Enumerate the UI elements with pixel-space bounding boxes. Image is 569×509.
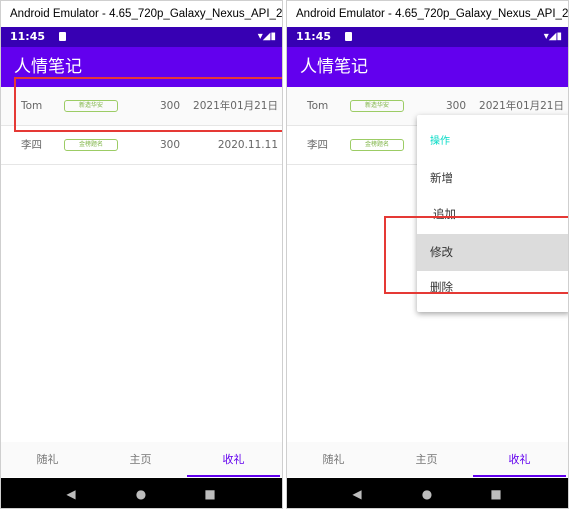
window-title: Android Emulator - 4.65_720p_Galaxy_Nexu… [1, 1, 282, 27]
tab-home[interactable]: 主页 [380, 442, 473, 477]
home-icon[interactable]: ● [126, 478, 156, 508]
window-title: Android Emulator - 4.65_720p_Galaxy_Nexu… [287, 1, 568, 27]
back-icon[interactable]: ◀ [56, 478, 86, 508]
row-tag: 金榜题名 [64, 139, 118, 151]
home-icon[interactable]: ● [412, 478, 442, 508]
sim-icon [344, 32, 352, 41]
status-time: 11:45 [296, 30, 332, 43]
system-nav-bar: ◀ ● ■ [1, 478, 282, 508]
bottom-tabs: 随礼 主页 收礼 [287, 442, 568, 477]
status-bar: 11:45 ▾◢▮ [1, 27, 282, 47]
tab-gift-receive[interactable]: 收礼 [473, 442, 566, 477]
menu-header: 操作 [430, 136, 450, 147]
highlight-box [14, 77, 282, 132]
signal-battery-icon: ▾◢▮ [543, 31, 562, 42]
system-nav-bar: ◀ ● ■ [287, 478, 568, 508]
signal-battery-icon: ▾◢▮ [257, 31, 276, 42]
bottom-tabs: 随礼 主页 收礼 [1, 442, 282, 477]
tab-home[interactable]: 主页 [94, 442, 187, 477]
app-title: 人情笔记 [287, 47, 568, 87]
recent-apps-icon[interactable]: ■ [195, 478, 225, 508]
emulator-window-left: Android Emulator - 4.65_720p_Galaxy_Nexu… [0, 0, 283, 509]
status-time: 11:45 [10, 30, 46, 43]
row-name: Tom [307, 100, 329, 112]
highlight-box [384, 216, 568, 294]
tab-gift-give[interactable]: 随礼 [1, 442, 94, 477]
status-bar: 11:45 ▾◢▮ [287, 27, 568, 47]
sim-icon [58, 32, 66, 41]
recent-apps-icon[interactable]: ■ [481, 478, 511, 508]
emulator-window-right: Android Emulator - 4.65_720p_Galaxy_Nexu… [286, 0, 569, 509]
back-icon[interactable]: ◀ [342, 478, 372, 508]
row-tag: 新造华安 [350, 100, 404, 112]
tab-gift-give[interactable]: 随礼 [287, 442, 380, 477]
row-name: 李四 [307, 139, 328, 151]
row-tag: 金榜题名 [350, 139, 404, 151]
menu-item-add[interactable]: 新增 [417, 160, 568, 197]
tab-gift-receive[interactable]: 收礼 [187, 442, 280, 477]
